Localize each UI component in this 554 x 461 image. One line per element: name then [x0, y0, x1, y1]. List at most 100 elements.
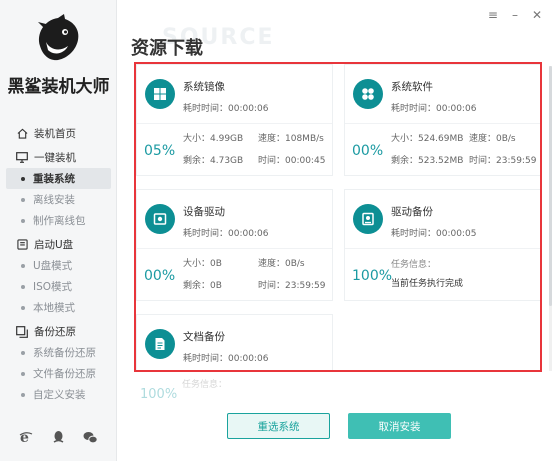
- download-card-driver-backup: 驱动备份 耗时时间：00:00:05 100% 任务信息： 当前任务执行完成: [344, 189, 540, 301]
- sidebar-item-backup-restore[interactable]: 备份还原: [0, 321, 117, 342]
- download-elapsed: 耗时时间：00:00:06: [183, 229, 269, 239]
- sidebar-nav: 装机首页 一键装机 重装系统 离线安装 制作离线包 启动U盘 U盘模式 ISO模…: [0, 120, 117, 405]
- download-elapsed: 耗时时间：00:00:06: [391, 104, 477, 114]
- sidebar-item-label: 系统备份还原: [33, 347, 96, 359]
- download-speed: 速度：108MB/s: [258, 134, 324, 144]
- download-speed: 速度：0B/s: [469, 134, 516, 144]
- svg-text:e: e: [20, 430, 29, 444]
- sidebar-item-label: 离线安装: [33, 194, 75, 206]
- menu-icon[interactable]: ≡: [488, 8, 498, 22]
- download-percent: 00%: [352, 143, 384, 159]
- scrollbar-thumb[interactable]: [549, 66, 552, 306]
- faded-download-row: 任务信息： 100%: [136, 373, 334, 409]
- card-divider: [137, 123, 332, 124]
- download-name: 驱动备份: [391, 206, 433, 218]
- qq-icon[interactable]: [50, 429, 66, 445]
- download-card-device-driver: 设备驱动 耗时时间：00:00:06 00% 大小：0B 速度：0B/s 剩余：…: [136, 189, 333, 301]
- bullet-icon: [21, 176, 25, 181]
- bullet-icon: [21, 263, 25, 268]
- sidebar-item-offline-install[interactable]: 离线安装: [0, 189, 117, 210]
- sidebar-item-label: 本地模式: [33, 302, 75, 314]
- sidebar-item-make-offline-pack[interactable]: 制作离线包: [0, 210, 117, 231]
- bullet-icon: [21, 371, 25, 376]
- download-elapsed: 耗时时间：00:00:05: [391, 229, 477, 239]
- sidebar-item-local-mode[interactable]: 本地模式: [0, 297, 117, 318]
- download-name: 系统软件: [391, 81, 433, 93]
- download-card-system-image: 系统镜像 耗时时间：00:00:06 05% 大小：4.99GB 速度：108M…: [136, 64, 333, 176]
- card-divider: [137, 248, 332, 249]
- sidebar-item-label: 启动U盘: [34, 239, 74, 251]
- download-size: 大小：4.99GB: [183, 134, 244, 144]
- backup-icon: [16, 325, 28, 338]
- download-card-document-backup: 文档备份 耗时时间：00:00:06: [136, 314, 333, 370]
- download-percent: 05%: [144, 143, 176, 159]
- sidebar-item-label: 自定义安装: [33, 389, 86, 401]
- sidebar-item-home[interactable]: 装机首页: [0, 123, 117, 144]
- download-panel: 系统镜像 耗时时间：00:00:06 05% 大小：4.99GB 速度：108M…: [134, 62, 542, 372]
- bullet-icon: [21, 350, 25, 355]
- card-divider: [345, 248, 540, 249]
- sidebar-item-label: 制作离线包: [33, 215, 86, 227]
- download-name: 设备驱动: [183, 206, 225, 218]
- download-remaining: 剩余：523.52MB: [391, 156, 464, 166]
- panel-scrollbar[interactable]: [549, 66, 552, 371]
- bullet-icon: [21, 305, 25, 310]
- app-name: 黑鲨装机大师: [7, 77, 110, 97]
- download-time: 时间：00:00:45: [258, 156, 326, 166]
- download-speed: 速度：0B/s: [258, 259, 305, 269]
- download-percent: 100%: [140, 387, 178, 402]
- download-time: 时间：23:59:59: [469, 156, 537, 166]
- task-info-label: 任务信息：: [391, 260, 437, 270]
- sidebar-item-label: 备份还原: [34, 326, 76, 338]
- minimize-icon[interactable]: –: [512, 8, 518, 22]
- cancel-install-button[interactable]: 取消安装: [348, 413, 451, 439]
- download-elapsed: 耗时时间：00:00:06: [183, 104, 269, 114]
- apps-icon: [353, 79, 383, 109]
- app-logo: 黑鲨装机大师: [0, 10, 117, 100]
- sidebar-item-boot-usb[interactable]: 启动U盘: [0, 234, 117, 255]
- sidebar-item-iso-mode[interactable]: ISO模式: [0, 276, 117, 297]
- download-name: 系统镜像: [183, 81, 225, 93]
- monitor-icon: [16, 152, 28, 164]
- download-elapsed: 耗时时间：00:00:06: [183, 354, 269, 364]
- sidebar-item-one-click[interactable]: 一键装机: [0, 147, 117, 168]
- shark-logo-icon: [38, 14, 79, 61]
- task-info-value: 当前任务执行完成: [391, 279, 464, 289]
- download-size: 大小：524.69MB: [391, 134, 464, 144]
- sidebar-item-custom-install[interactable]: 自定义安装: [0, 384, 117, 405]
- driver-icon: [145, 204, 175, 234]
- close-icon[interactable]: ✕: [532, 8, 542, 22]
- sidebar-item-reinstall[interactable]: 重装系统: [6, 168, 111, 189]
- task-info-label: 任务信息：: [182, 380, 228, 390]
- download-percent: 100%: [352, 268, 393, 284]
- sidebar-item-label: 装机首页: [34, 128, 76, 140]
- download-time: 时间：23:59:59: [258, 281, 326, 291]
- reselect-system-button[interactable]: 重选系统: [227, 413, 330, 439]
- sidebar-footer: e: [0, 425, 117, 449]
- sidebar-item-file-backup[interactable]: 文件备份还原: [0, 363, 117, 384]
- sidebar-item-label: U盘模式: [33, 260, 73, 272]
- ie-icon[interactable]: e: [18, 429, 34, 445]
- windows-icon: [145, 79, 175, 109]
- sidebar-item-system-backup[interactable]: 系统备份还原: [0, 342, 117, 363]
- page-title: 资源下载: [131, 38, 203, 59]
- sidebar-item-label: 文件备份还原: [33, 368, 96, 380]
- document-icon: [145, 329, 175, 359]
- usb-icon: [16, 239, 28, 251]
- bullet-icon: [21, 284, 25, 289]
- sidebar-item-label: ISO模式: [33, 281, 73, 293]
- sidebar-item-usb-mode[interactable]: U盘模式: [0, 255, 117, 276]
- window-controls: ≡ – ✕: [488, 8, 542, 22]
- download-remaining: 剩余：4.73GB: [183, 156, 244, 166]
- bullet-icon: [21, 197, 25, 202]
- sidebar-item-label: 一键装机: [34, 152, 76, 164]
- bullet-icon: [21, 392, 25, 397]
- card-divider: [345, 123, 540, 124]
- download-name: 文档备份: [183, 331, 225, 343]
- drive-backup-icon: [353, 204, 383, 234]
- download-card-system-software: 系统软件 耗时时间：00:00:06 00% 大小：524.69MB 速度：0B…: [344, 64, 540, 176]
- sidebar: 黑鲨装机大师 装机首页 一键装机 重装系统 离线安装 制作离线包 启动U盘 U盘…: [0, 0, 117, 461]
- bullet-icon: [21, 218, 25, 223]
- download-percent: 00%: [144, 268, 176, 284]
- wechat-icon[interactable]: [83, 429, 99, 445]
